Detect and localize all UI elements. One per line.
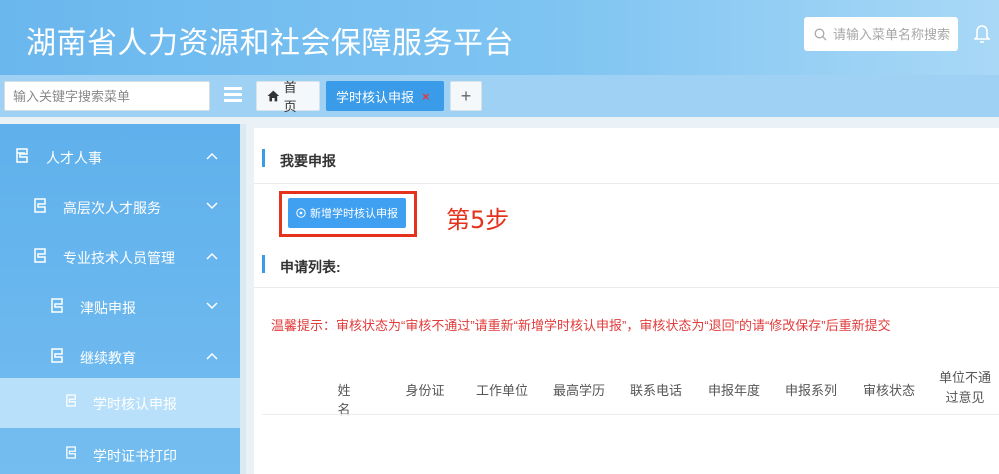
folder-icon (34, 198, 46, 213)
chevron-down-icon (206, 202, 218, 210)
plus-circle-icon (296, 208, 306, 218)
sidebar-item-allowance[interactable]: 津贴申报 (0, 282, 240, 332)
top-header: 湖南省人力资源和社会保障服务平台 (0, 0, 999, 75)
table-divider (262, 414, 999, 415)
sidebar-item-label: 学时证书打印 (93, 448, 177, 464)
chevron-up-icon (206, 152, 218, 160)
divider (254, 287, 999, 288)
sidebar-item-professional-staff[interactable]: 专业技术人员管理 (0, 232, 240, 282)
table-header: 姓名 身份证 工作单位 最高学历 联系电话 申报年度 申报系列 审核状态 单位不… (262, 362, 999, 417)
folder-icon (66, 394, 76, 407)
sidebar-item-label: 高层次人才服务 (63, 200, 161, 216)
step-annotation: 第5步 (446, 206, 510, 234)
column-header: 申报年度 (707, 383, 760, 398)
column-header: 申报系列 (784, 383, 837, 398)
column-header: 最高学历 (552, 383, 605, 398)
column-header: 审核状态 (862, 383, 915, 398)
home-icon (267, 90, 280, 102)
search-icon (814, 28, 827, 40)
tab-hours-recognition-label: 学时核认申报 (336, 89, 415, 105)
folder-icon (51, 298, 63, 313)
tab-bar: 首页 学时核认申报 × + (0, 75, 999, 117)
tab-home-label: 首页 (283, 80, 297, 114)
header-search-input[interactable] (833, 26, 951, 42)
column-header: 姓名 (337, 383, 351, 417)
column-header: 单位不通过意见 (938, 370, 991, 405)
list-section-title: 申请列表: (280, 259, 341, 275)
folder-icon (66, 446, 76, 459)
sidebar-item-certificate-print[interactable]: 学时证书打印 (0, 430, 240, 474)
sidebar-item-label: 人才人事 (46, 150, 102, 166)
menu-toggle-icon[interactable] (224, 87, 242, 103)
sidebar-item-label: 专业技术人员管理 (63, 250, 175, 266)
sidebar-item-hours-recognition[interactable]: 学时核认申报 (0, 378, 240, 428)
close-icon[interactable]: × (422, 89, 430, 104)
main-content (254, 128, 999, 474)
bell-icon[interactable] (974, 24, 990, 44)
chevron-up-icon (206, 252, 218, 260)
column-header: 联系电话 (629, 383, 682, 398)
chevron-up-icon (206, 352, 218, 360)
folder-icon (16, 148, 28, 163)
chevron-down-icon (206, 302, 218, 310)
tab-home[interactable]: 首页 (256, 80, 320, 114)
divider (254, 183, 999, 184)
site-title: 湖南省人力资源和社会保障服务平台 (26, 26, 514, 61)
folder-icon (34, 248, 46, 263)
folder-icon (51, 348, 63, 363)
header-search-box[interactable] (804, 17, 958, 51)
add-button-label: 新增学时核认申报 (310, 208, 398, 220)
sidebar-item-label: 继续教育 (80, 350, 136, 366)
add-tab-button[interactable]: + (450, 81, 482, 111)
section-marker (262, 255, 265, 273)
section-marker (262, 149, 265, 167)
warm-tip: 温馨提示：审核状态为“审核不通过”请重新“新增学时核认申报”，审核状态为“退回”… (271, 318, 891, 333)
column-header: 身份证 (405, 383, 445, 398)
sidebar-item-high-level-talent[interactable]: 高层次人才服务 (0, 182, 240, 232)
sidebar-item-talent-personnel[interactable]: 人才人事 (0, 132, 240, 182)
menu-search-input[interactable] (4, 81, 210, 111)
tab-hours-recognition[interactable]: 学时核认申报 × (326, 81, 444, 111)
sidebar-item-label: 学时核认申报 (93, 396, 177, 412)
add-hours-recognition-button[interactable]: 新增学时核认申报 (288, 198, 406, 228)
sidebar-item-continuing-education[interactable]: 继续教育 (0, 332, 240, 382)
sidebar-scrollbar[interactable] (240, 124, 246, 474)
sidebar: 人才人事 高层次人才服务 专业技术人员管理 津贴申报 继续教育 学时核认申报 学… (0, 124, 246, 474)
column-header: 工作单位 (475, 383, 528, 398)
apply-section-title: 我要申报 (280, 153, 336, 169)
sidebar-item-label: 津贴申报 (80, 300, 136, 316)
